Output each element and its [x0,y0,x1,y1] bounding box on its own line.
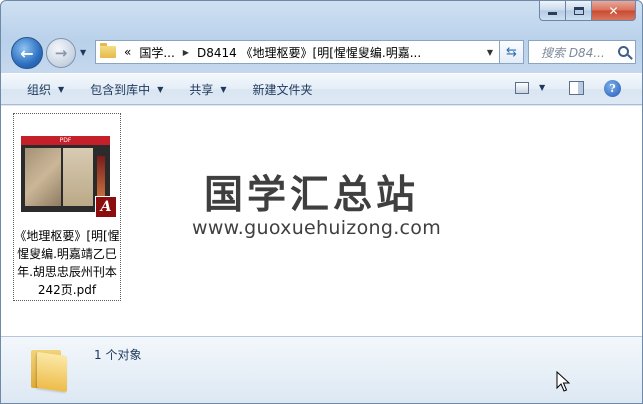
chevron-down-icon: ▼ [157,84,164,94]
breadcrumb-item[interactable]: D8414 《地理枢要》[明[惺惺叟编.明嘉... [197,44,421,61]
share-label: 共享 [189,82,214,97]
organize-label: 组织 [27,82,52,97]
file-name[interactable]: 《地理枢要》[明[惺惺叟编.明嘉靖乙巳年.胡思忠辰州刊本242页.pdf [14,227,120,299]
refresh-icon: ⇆ [506,44,517,60]
close-button[interactable]: ✕ [592,1,636,21]
maximize-icon [573,6,584,15]
address-dropdown-icon[interactable]: ▼ [487,48,493,57]
refresh-button[interactable]: ⇆ [500,40,524,64]
thumbnail-spine [97,156,105,196]
folder-icon [100,43,116,58]
include-in-library-menu[interactable]: 包含到库中 ▼ [84,77,169,101]
organize-menu[interactable]: 组织 ▼ [21,77,70,101]
thumbnail-header: PDF [21,136,110,145]
file-list[interactable]: PDF A 《地理枢要》[明[惺惺叟编.明嘉靖乙巳年.胡思忠辰州刊本242页.p… [1,106,642,336]
maximize-button[interactable] [566,1,592,21]
minimize-button[interactable] [539,1,566,21]
view-options-dropdown[interactable]: ▼ [539,83,545,92]
watermark-url: www.guoxuehuizong.com [192,217,442,239]
view-options-icon[interactable] [515,82,529,94]
command-bar: 组织 ▼ 包含到库中 ▼ 共享 ▼ 新建文件夹 ▼ ? [1,73,642,105]
forward-button[interactable]: → [46,38,76,68]
folder-icon [31,346,69,393]
back-arrow-icon: ← [20,43,34,63]
preview-pane-icon[interactable] [569,81,584,95]
new-folder-label: 新建文件夹 [252,82,313,97]
include-in-library-label: 包含到库中 [90,82,151,97]
thumbnail-page [63,148,93,206]
watermark-title: 国学汇总站 [204,173,420,218]
address-bar[interactable]: « 国学... ▶ D8414 《地理枢要》[明[惺惺叟编.明嘉... ▼ [95,40,500,64]
breadcrumb-overflow[interactable]: « [124,45,131,59]
minimize-icon [548,12,557,15]
forward-arrow-icon: → [54,44,68,62]
share-menu[interactable]: 共享 ▼ [183,77,232,101]
search-input[interactable]: 搜索 D84... [528,40,636,64]
file-item[interactable]: PDF A 《地理枢要》[明[惺惺叟编.明嘉靖乙巳年.胡思忠辰州刊本242页.p… [13,113,121,301]
new-folder-button[interactable]: 新建文件夹 [247,77,319,101]
close-icon: ✕ [608,3,619,18]
breadcrumb-item[interactable]: 国学... [139,44,174,61]
thumbnail-page [25,148,61,206]
breadcrumb-arrow-icon[interactable]: ▶ [183,48,189,57]
recent-pages-dropdown[interactable]: ▼ [80,48,86,57]
chevron-down-icon: ▼ [58,84,65,94]
search-icon [618,46,629,57]
search-placeholder: 搜索 D84... [541,45,605,60]
explorer-window: ✕ ← → ▼ « 国学... ▶ D8414 《地理枢要》[明[惺惺叟编.明嘉… [0,0,643,404]
item-count: 1 个对象 [94,348,142,362]
back-button[interactable]: ← [11,37,43,69]
chevron-down-icon: ▼ [220,84,227,94]
help-icon[interactable]: ? [604,80,621,97]
details-pane: 1 个对象 [1,336,642,403]
caption-buttons: ✕ [539,1,636,21]
pdf-icon: A [95,196,117,218]
